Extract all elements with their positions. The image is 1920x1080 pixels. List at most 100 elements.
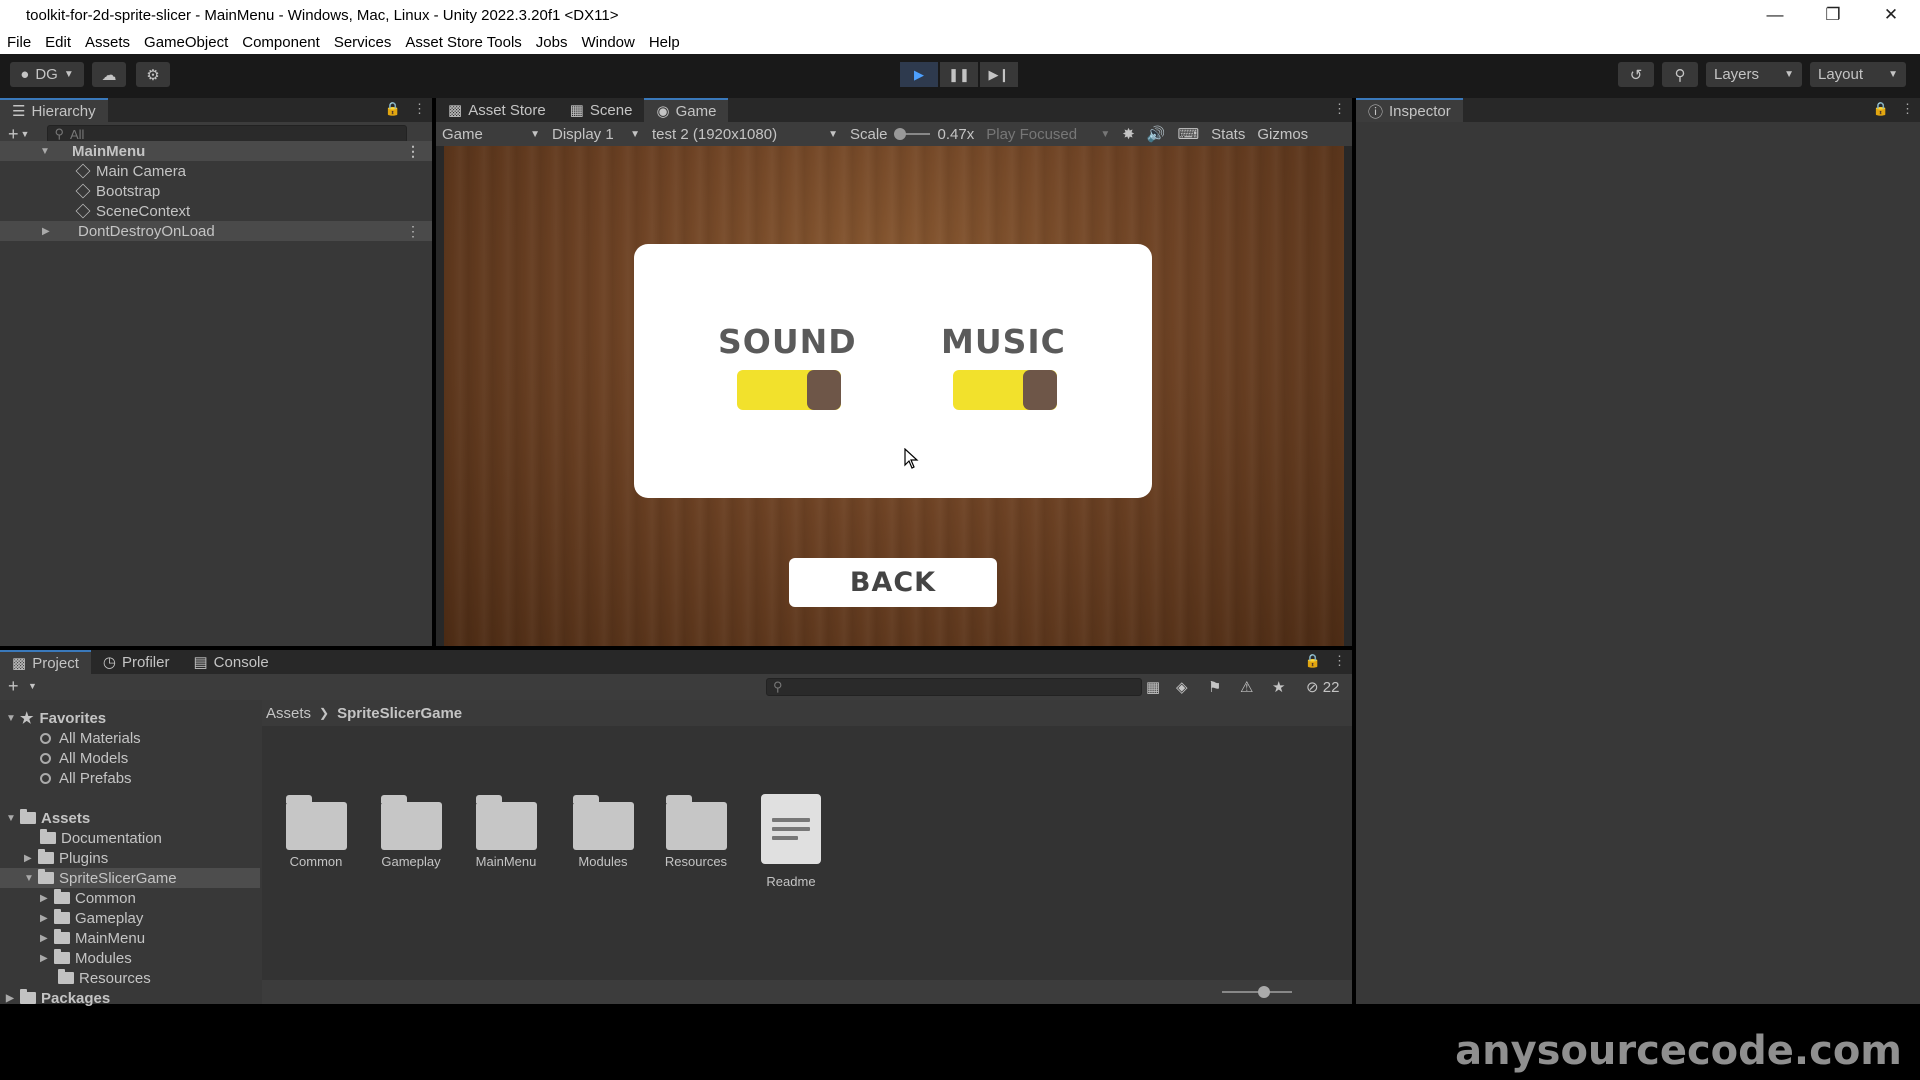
keyboard-icon[interactable]: ⌨ (1172, 122, 1206, 146)
tab-hierarchy[interactable]: ☰ Hierarchy (0, 98, 108, 122)
tree-folder[interactable]: ▼ SpriteSlicerGame (0, 868, 260, 888)
account-dropdown[interactable]: ● DG ▼ (10, 62, 84, 87)
icon-size-slider-handle[interactable] (1258, 986, 1270, 998)
more-icon[interactable]: ⋮ (1901, 101, 1914, 117)
tree-folder[interactable]: Resources (0, 968, 260, 988)
favorites-row[interactable]: ▼ ★ Favorites (0, 708, 260, 728)
asset-folder[interactable]: Modules (563, 792, 643, 869)
tree-folder[interactable]: ▶ Gameplay (0, 908, 260, 928)
pause-button[interactable]: ❚❚ (940, 62, 978, 87)
back-button[interactable]: BACK (789, 558, 997, 607)
favorite-item[interactable]: All Models (0, 748, 260, 768)
close-icon[interactable]: ✕ (1862, 0, 1920, 30)
more-icon[interactable]: ⋮ (413, 101, 426, 117)
play-focused-dropdown[interactable]: Play Focused ▼ (980, 122, 1116, 146)
tree-folder[interactable]: Documentation (0, 828, 260, 848)
expand-arrow-icon[interactable]: ▶ (6, 993, 20, 1004)
expand-arrow-icon[interactable]: ▼ (6, 813, 20, 824)
hierarchy-item[interactable]: SceneContext (0, 201, 432, 221)
menu-file[interactable]: File (0, 34, 38, 51)
menu-help[interactable]: Help (642, 34, 687, 51)
search-by-type-icon[interactable]: ▦ (1146, 678, 1160, 696)
icon-size-slider[interactable] (1222, 986, 1292, 998)
hierarchy-item[interactable]: Bootstrap (0, 181, 432, 201)
lock-icon[interactable]: 🔒 (1873, 101, 1889, 117)
lock-icon[interactable]: 🔒 (1305, 653, 1321, 669)
expand-arrow-icon[interactable]: ▶ (24, 853, 38, 864)
lock-icon[interactable]: 🔒 (385, 101, 401, 117)
hierarchy-item[interactable]: Main Camera (0, 161, 432, 181)
expand-arrow-icon[interactable]: ▶ (42, 226, 56, 237)
chevron-down-icon[interactable]: ▼ (28, 681, 37, 691)
tag-icon[interactable]: ⚑ (1208, 678, 1221, 696)
cloud-icon[interactable]: ☁ (92, 62, 126, 87)
collab-icon[interactable]: ⚙ (136, 62, 170, 87)
menu-asset-store-tools[interactable]: Asset Store Tools (398, 34, 528, 51)
more-icon[interactable]: ⋮ (406, 223, 420, 240)
chevron-down-icon[interactable]: ▼ (21, 129, 30, 139)
tab-console[interactable]: ▤ Console (181, 650, 280, 674)
expand-arrow-icon[interactable]: ▶ (40, 933, 54, 944)
tree-folder[interactable]: ▶ Modules (0, 948, 260, 968)
tab-asset-store[interactable]: ▩ Asset Store (436, 98, 558, 122)
menu-component[interactable]: Component (235, 34, 327, 51)
breadcrumb-item[interactable]: SpriteSlicerGame (337, 705, 462, 722)
asset-folder[interactable]: Gameplay (371, 792, 451, 869)
menu-gameobject[interactable]: GameObject (137, 34, 235, 51)
asset-folder[interactable]: Common (276, 792, 356, 869)
star-icon[interactable]: ★ (1272, 678, 1285, 696)
expand-arrow-icon[interactable]: ▼ (40, 146, 54, 157)
warning-icon[interactable]: ⚠ (1240, 678, 1253, 696)
asset-folder[interactable]: Resources (656, 792, 736, 869)
menu-services[interactable]: Services (327, 34, 399, 51)
more-icon[interactable]: ⋮ (1333, 101, 1346, 117)
layers-dropdown[interactable]: Layers ▼ (1706, 62, 1802, 87)
project-search-input[interactable]: ⚲ (766, 678, 1142, 696)
packages-row[interactable]: ▶ Packages (0, 988, 260, 1008)
breadcrumb-item[interactable]: Assets (266, 705, 311, 722)
scale-slider[interactable] (893, 128, 930, 140)
bug-icon[interactable]: ✸ (1116, 122, 1141, 146)
expand-arrow-icon[interactable]: ▼ (24, 873, 38, 884)
scene-row[interactable]: ▼ MainMenu ⋮ (0, 141, 432, 161)
tree-folder[interactable]: ▶ Common (0, 888, 260, 908)
audio-icon[interactable]: 🔊 (1141, 122, 1172, 146)
restore-icon[interactable]: ❐ (1804, 0, 1862, 30)
display-dropdown[interactable]: Display 1 ▼ (546, 122, 646, 146)
tree-folder[interactable]: ▶ Plugins (0, 848, 260, 868)
expand-arrow-icon[interactable]: ▶ (40, 913, 54, 924)
menu-edit[interactable]: Edit (38, 34, 78, 51)
stats-button[interactable]: Stats (1205, 122, 1251, 146)
scale-control[interactable]: Scale 0.47x (844, 122, 980, 146)
favorite-item[interactable]: All Materials (0, 728, 260, 748)
minimize-icon[interactable]: — (1746, 0, 1804, 30)
play-button[interactable]: ▶ (900, 62, 938, 87)
menu-assets[interactable]: Assets (78, 34, 137, 51)
step-button[interactable]: ▶❙ (980, 62, 1018, 87)
more-icon[interactable]: ⋮ (406, 143, 420, 160)
tree-folder[interactable]: ▶ MainMenu (0, 928, 260, 948)
scale-slider-handle[interactable] (893, 128, 906, 140)
search-icon[interactable]: ⚲ (1662, 62, 1698, 87)
hidden-packages-button[interactable]: ⊘ 22 (1306, 678, 1339, 696)
asset-readme[interactable]: Readme (751, 794, 831, 889)
music-toggle[interactable] (953, 370, 1057, 410)
expand-arrow-icon[interactable]: ▼ (6, 713, 20, 724)
more-icon[interactable]: ⋮ (1333, 653, 1346, 669)
asset-folder[interactable]: MainMenu (466, 792, 546, 869)
game-render-area[interactable]: SOUND MUSIC BACK (444, 146, 1344, 646)
expand-arrow-icon[interactable]: ▶ (40, 953, 54, 964)
tab-scene[interactable]: ▦ Scene (558, 98, 645, 122)
favorite-item[interactable]: All Prefabs (0, 768, 260, 788)
view-dropdown[interactable]: Game ▼ (436, 122, 546, 146)
gizmos-button[interactable]: Gizmos (1251, 122, 1314, 146)
assets-row[interactable]: ▼ Assets (0, 808, 260, 828)
search-by-label-icon[interactable]: ◈ (1176, 678, 1188, 696)
expand-arrow-icon[interactable]: ▶ (40, 893, 54, 904)
layout-dropdown[interactable]: Layout ▼ (1810, 62, 1906, 87)
resolution-dropdown[interactable]: test 2 (1920x1080) ▼ (646, 122, 844, 146)
add-icon[interactable]: + (8, 676, 19, 697)
sound-toggle[interactable] (737, 370, 841, 410)
dont-destroy-row[interactable]: ▶ DontDestroyOnLoad ⋮ (0, 221, 432, 241)
tab-profiler[interactable]: ◷ Profiler (91, 650, 182, 674)
